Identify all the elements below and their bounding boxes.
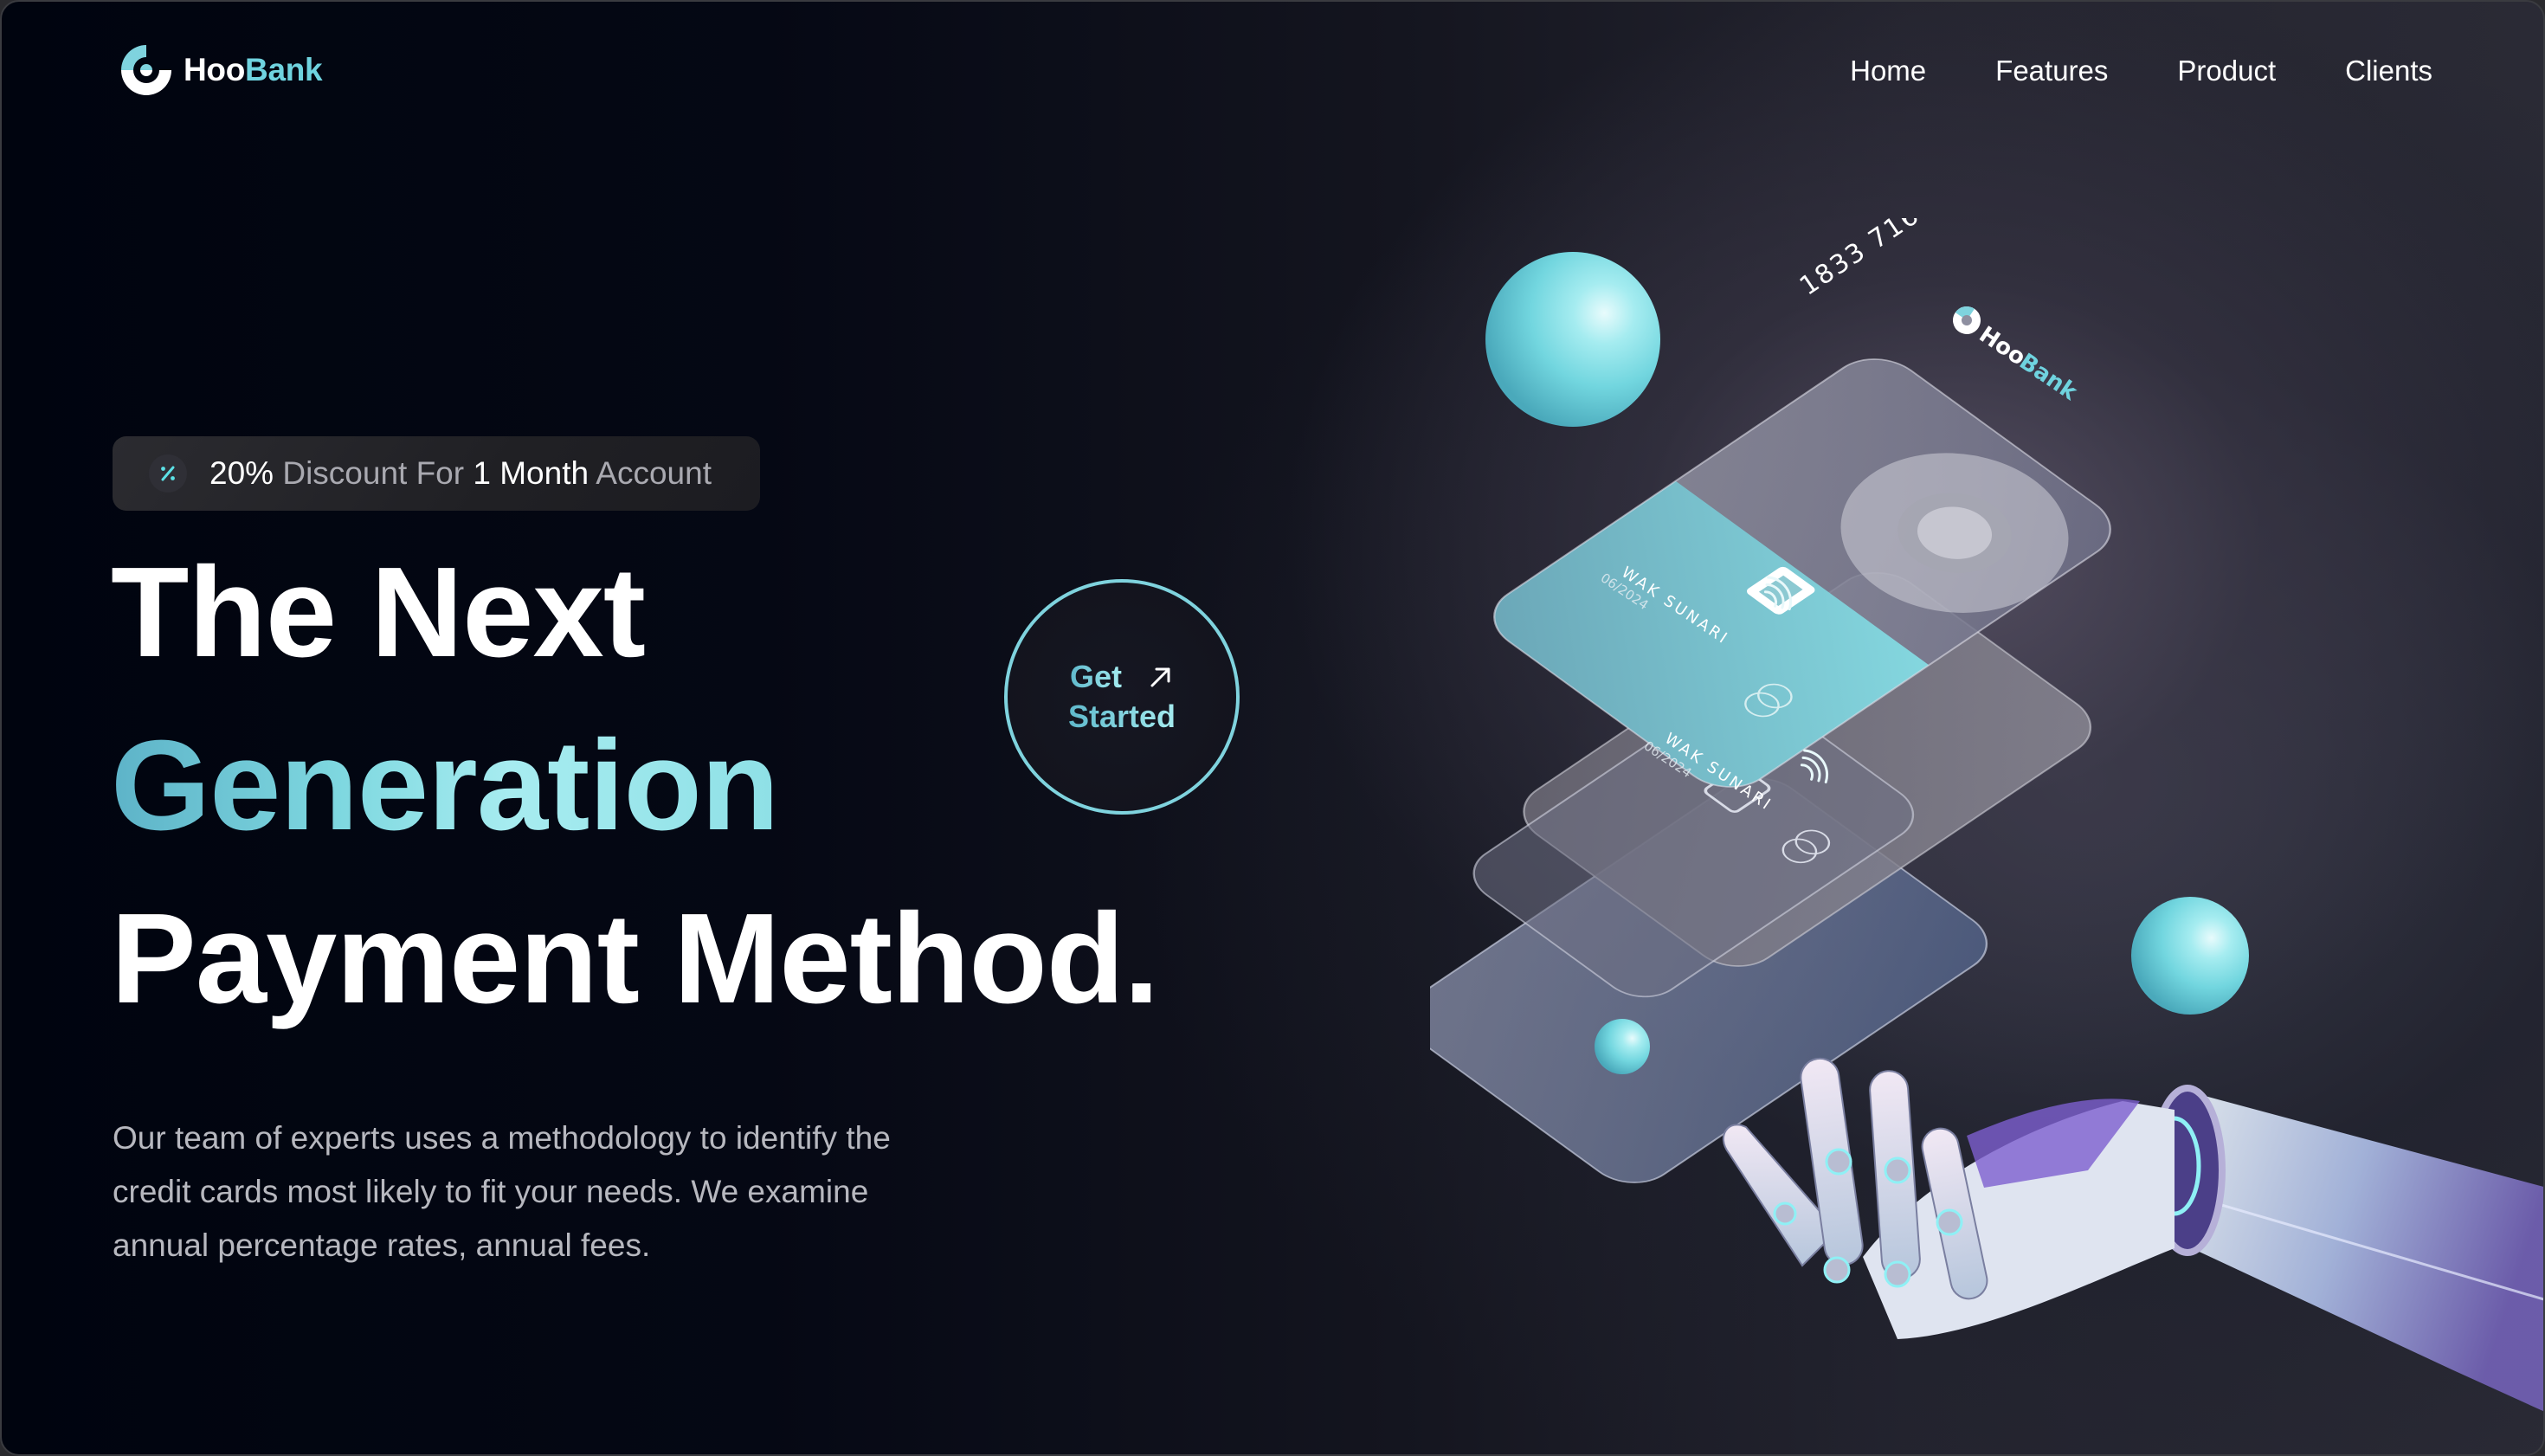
cta-label-line2: Started xyxy=(1068,697,1176,737)
browser-window: HooBank Home Features Product Clients 20… xyxy=(0,0,2545,1456)
heading-line-3: Payment Method. xyxy=(111,887,1159,1030)
discount-badge: 20% Discount For 1 Month Account xyxy=(113,436,760,511)
badge-text-part2: Account xyxy=(589,455,712,491)
nav-item-features[interactable]: Features xyxy=(1995,52,2108,90)
nav-item-clients[interactable]: Clients xyxy=(2345,52,2432,90)
badge-text-part1: Discount For xyxy=(274,455,474,491)
nav-item-home[interactable]: Home xyxy=(1850,52,1926,90)
logo-text-hoo: Hoo xyxy=(184,52,246,87)
hero-description: Our team of experts uses a methodology t… xyxy=(113,1120,891,1263)
badge-highlight: 1 Month xyxy=(473,455,590,491)
cta-row: Get xyxy=(1070,657,1174,697)
logo[interactable]: HooBank xyxy=(118,42,323,99)
badge-text: 20% Discount For 1 Month Account xyxy=(209,455,712,492)
cta-label-line1: Get xyxy=(1070,657,1122,697)
logo-text-bank: Bank xyxy=(245,52,323,87)
badge-amount: 20% xyxy=(209,455,274,491)
nav-item-product[interactable]: Product xyxy=(2177,52,2276,90)
heading-line-1: The Next xyxy=(111,541,646,684)
discount-percent-icon xyxy=(149,454,187,493)
logo-text: HooBank xyxy=(184,52,323,88)
main-nav: Home Features Product Clients xyxy=(1850,52,2432,90)
hero-illustration: 1833 7163 3892 1028 Hoo Bank WAK SUNARI … xyxy=(1430,218,2543,1454)
heading-line-2-gradient: Generation xyxy=(111,714,779,857)
hoobank-logo-icon xyxy=(121,45,171,95)
card-brand-logo: Hoo Bank xyxy=(1953,306,2082,406)
sphere-large xyxy=(1485,252,1660,427)
sphere-medium xyxy=(2131,897,2249,1015)
percent-glyph-icon xyxy=(161,466,175,481)
get-started-button[interactable]: Get Started xyxy=(1004,579,1240,815)
arrow-up-right-icon xyxy=(1150,667,1170,687)
cards-and-hand-illustration: 1833 7163 3892 1028 Hoo Bank WAK SUNARI … xyxy=(1430,218,2543,1412)
sphere-small xyxy=(1595,1019,1650,1074)
robot-hand xyxy=(1723,1057,2543,1412)
card-number-text: 1833 7163 3892 1028 xyxy=(1794,218,2078,302)
card-brand-bank: Bank xyxy=(2014,349,2082,406)
